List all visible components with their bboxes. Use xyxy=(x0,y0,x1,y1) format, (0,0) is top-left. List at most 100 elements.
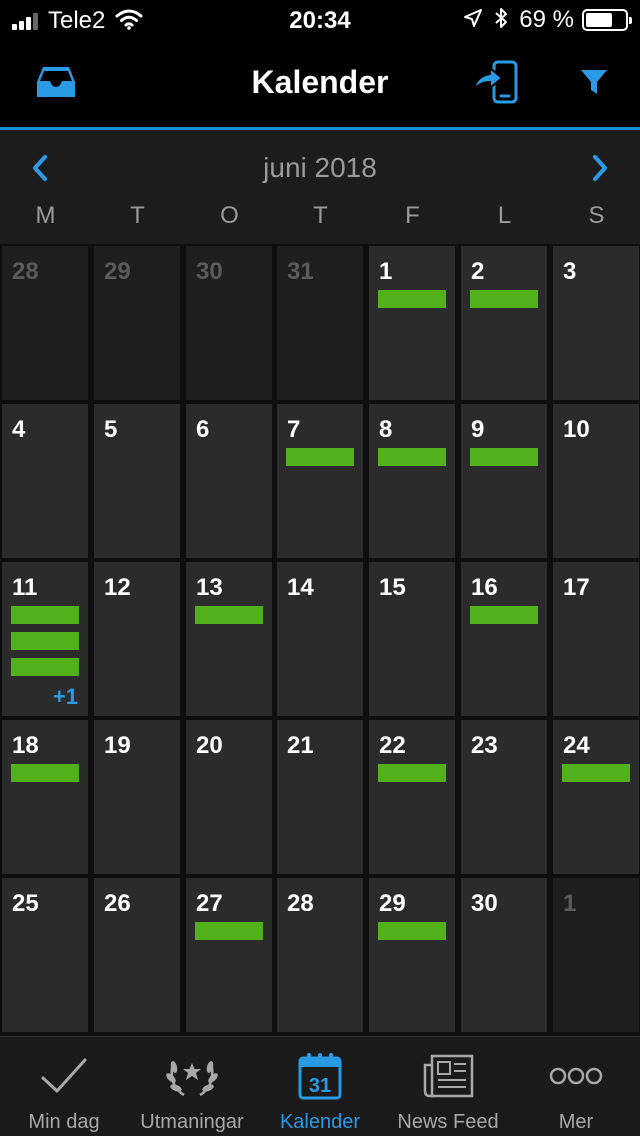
day-number: 12 xyxy=(104,574,131,601)
next-month-button[interactable] xyxy=(580,150,620,190)
event-bar xyxy=(11,764,79,782)
day-number: 7 xyxy=(287,416,301,443)
day-number: 9 xyxy=(471,416,485,443)
tab-mer[interactable]: Mer xyxy=(512,1037,640,1136)
newspaper-icon xyxy=(384,1051,512,1101)
weekday-label: M xyxy=(35,202,56,229)
day-cell[interactable]: 6 xyxy=(186,404,272,558)
day-cell[interactable]: 3 xyxy=(553,246,639,400)
day-number: 2 xyxy=(471,258,485,285)
day-cell[interactable]: 29 xyxy=(369,878,455,1032)
day-cell[interactable]: 2 xyxy=(461,246,547,400)
weekday-label: T xyxy=(313,202,328,229)
day-cell[interactable]: 30 xyxy=(186,246,272,400)
tab-utmaningar[interactable]: Utmaningar xyxy=(128,1037,256,1136)
day-cell[interactable]: 17 xyxy=(553,562,639,716)
battery-percentage: 69 % xyxy=(519,6,574,33)
day-cell[interactable]: 1 xyxy=(369,246,455,400)
event-bar xyxy=(195,922,263,940)
filter-button[interactable] xyxy=(570,60,618,108)
nav-bar: Kalender xyxy=(0,40,640,128)
day-number: 19 xyxy=(104,732,131,759)
event-bar xyxy=(470,448,538,466)
tab-bar: Min dag Utmaningar 31 Kalender News Feed… xyxy=(0,1036,640,1136)
tab-min-dag[interactable]: Min dag xyxy=(0,1037,128,1136)
day-cell[interactable]: 15 xyxy=(369,562,455,716)
tab-label: Min dag xyxy=(28,1111,100,1133)
event-bar xyxy=(286,448,354,466)
calendar-grid: 28 29 30 31 1 2 3 4 5 6 7 8 9 10 11 +1 12 13 14 15 16 17 18 19 2… xyxy=(0,244,640,1036)
day-cell[interactable]: 29 xyxy=(94,246,180,400)
event-bar xyxy=(195,606,263,624)
location-arrow-icon xyxy=(463,8,483,33)
day-cell[interactable]: 27 xyxy=(186,878,272,1032)
day-cell[interactable]: 22 xyxy=(369,720,455,874)
checkmark-icon xyxy=(0,1051,128,1101)
day-number: 16 xyxy=(471,574,498,601)
day-cell[interactable]: 21 xyxy=(277,720,363,874)
more-events-count: +1 xyxy=(52,684,78,709)
weekday-row: MTOTFLS xyxy=(0,202,640,234)
day-cell[interactable]: 13 xyxy=(186,562,272,716)
day-number: 14 xyxy=(287,574,314,601)
day-number: 31 xyxy=(287,258,314,285)
day-cell[interactable]: 31 xyxy=(277,246,363,400)
day-cell[interactable]: 26 xyxy=(94,878,180,1032)
tab-label: News Feed xyxy=(397,1111,499,1133)
day-number: 28 xyxy=(12,258,39,285)
day-cell[interactable]: 8 xyxy=(369,404,455,558)
event-bar xyxy=(11,632,79,650)
tab-label: Utmaningar xyxy=(140,1111,244,1133)
day-cell[interactable]: 28 xyxy=(277,878,363,1032)
day-number: 1 xyxy=(379,258,393,285)
day-cell[interactable]: 12 xyxy=(94,562,180,716)
status-bar: Tele2 20:34 69 % xyxy=(0,0,640,40)
day-number: 29 xyxy=(379,890,406,917)
event-bar xyxy=(378,764,446,782)
filter-icon xyxy=(580,68,608,101)
day-cell[interactable]: 24 xyxy=(553,720,639,874)
day-cell[interactable]: 23 xyxy=(461,720,547,874)
day-number: 28 xyxy=(287,890,314,917)
day-number: 26 xyxy=(104,890,131,917)
day-cell[interactable]: 16 xyxy=(461,562,547,716)
day-number: 25 xyxy=(12,890,39,917)
day-cell[interactable]: 30 xyxy=(461,878,547,1032)
day-number: 4 xyxy=(12,416,26,443)
day-cell[interactable]: 10 xyxy=(553,404,639,558)
day-number: 20 xyxy=(196,732,223,759)
weekday-label: L xyxy=(497,202,512,229)
event-bar xyxy=(378,448,446,466)
weekday-label: O xyxy=(220,202,239,229)
day-number: 13 xyxy=(196,574,223,601)
day-cell[interactable]: 1 xyxy=(553,878,639,1032)
month-label: juni 2018 xyxy=(263,152,377,183)
day-cell[interactable]: 19 xyxy=(94,720,180,874)
tab-kalender[interactable]: 31 Kalender xyxy=(256,1037,384,1136)
day-cell[interactable]: 9 xyxy=(461,404,547,558)
day-number: 6 xyxy=(196,416,210,443)
day-cell[interactable]: 28 xyxy=(2,246,88,400)
day-cell[interactable]: 4 xyxy=(2,404,88,558)
laurel-wreath-icon xyxy=(128,1051,256,1101)
send-to-device-button[interactable] xyxy=(472,60,520,108)
day-cell[interactable]: 14 xyxy=(277,562,363,716)
day-cell[interactable]: 25 xyxy=(2,878,88,1032)
day-number: 11 xyxy=(12,574,38,601)
day-number: 30 xyxy=(471,890,498,917)
day-cell[interactable]: 7 xyxy=(277,404,363,558)
day-cell[interactable]: 18 xyxy=(2,720,88,874)
day-number: 30 xyxy=(196,258,223,285)
day-cell[interactable]: 11 +1 xyxy=(2,562,88,716)
weekday-label: T xyxy=(130,202,145,229)
day-cell[interactable]: 5 xyxy=(94,404,180,558)
battery-icon xyxy=(582,9,632,31)
event-bar xyxy=(470,290,538,308)
day-number: 8 xyxy=(379,416,393,443)
day-number: 3 xyxy=(563,258,577,285)
month-header: juni 2018 M T O T F L S xyxy=(0,130,640,244)
tab-news-feed[interactable]: News Feed xyxy=(384,1037,512,1136)
day-number: 18 xyxy=(12,732,39,759)
day-cell[interactable]: 20 xyxy=(186,720,272,874)
day-number: 21 xyxy=(287,732,314,759)
